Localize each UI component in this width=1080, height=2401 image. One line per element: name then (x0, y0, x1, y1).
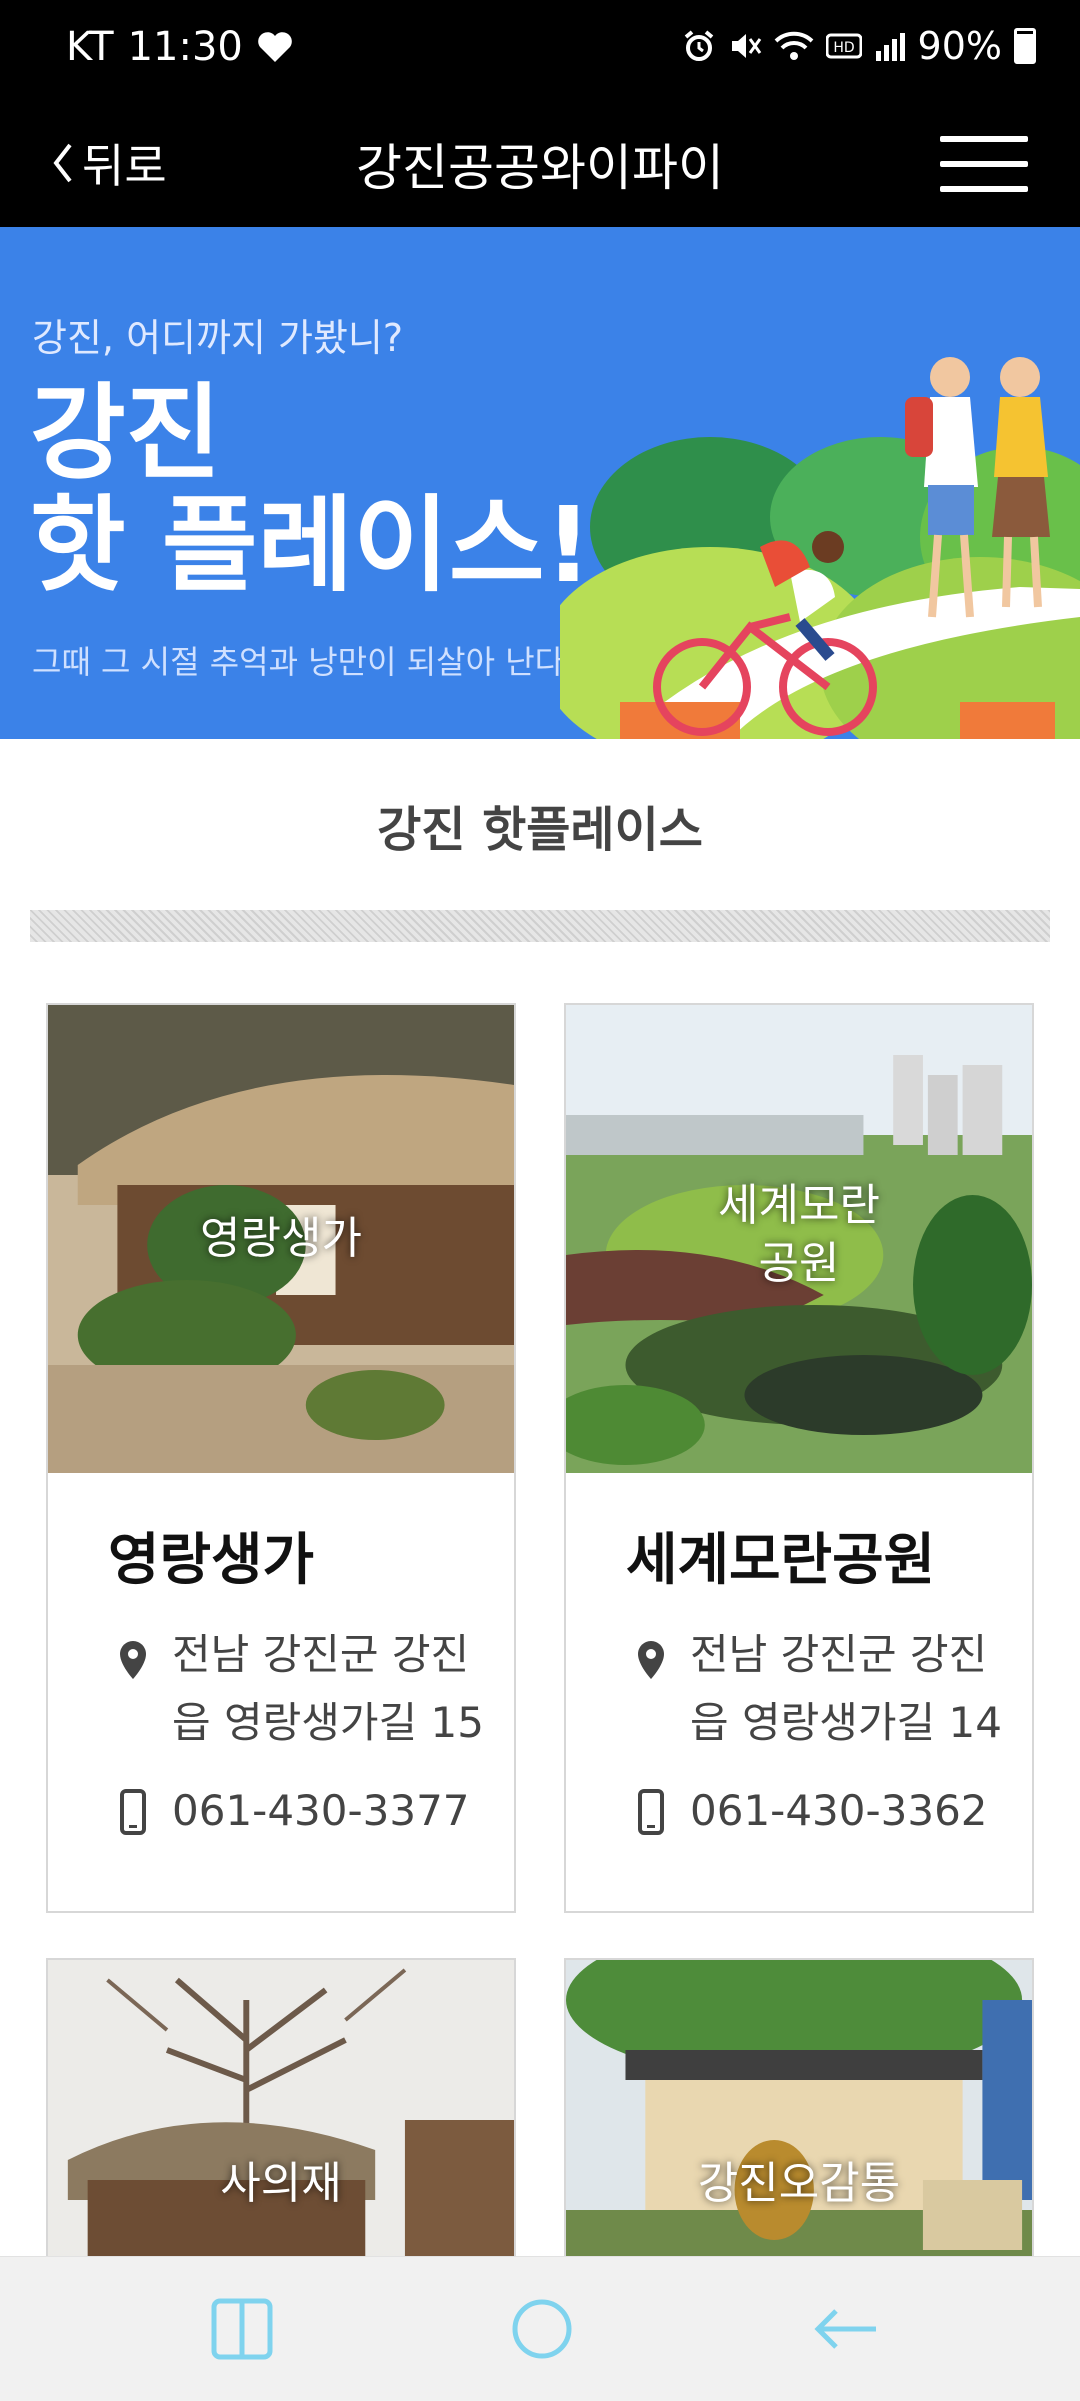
carrier-label: KT (66, 24, 114, 70)
place-card[interactable]: 세계모란 공원 세계모란공원 전남 강진군 강진읍 영랑생가길 14 061-4… (564, 1003, 1034, 1913)
recent-apps-button[interactable] (210, 2297, 274, 2365)
banner-headline-line2: 핫 플레이스! (30, 484, 593, 606)
place-address: 전남 강진군 강진읍 영랑생가길 15 (172, 1630, 484, 1747)
place-name: 세계모란공원 (626, 1528, 936, 1593)
hd-icon: HD (825, 32, 862, 60)
banner-subtitle: 강진, 어디까지 가봤니? (32, 316, 404, 360)
photo-label: 사의재 (220, 2158, 342, 2209)
status-bar: KT 11:30 HD 90% (0, 0, 1080, 100)
hero-banner[interactable]: 강진, 어디까지 가봤니? 강진 핫 플레이스! 그때 그 시절 추억과 낭만이… (0, 227, 1080, 739)
menu-button[interactable] (940, 128, 1028, 200)
place-phone[interactable]: 061-430-3377 (172, 1786, 470, 1835)
menu-icon-bar (940, 136, 1028, 142)
photo-label: 세계모란 공원 (566, 1177, 1032, 1293)
menu-icon-bar (940, 161, 1028, 167)
place-photo: 사의재 (48, 1960, 514, 2296)
heart-icon (257, 31, 293, 63)
mute-icon (728, 29, 762, 63)
home-icon (512, 2299, 572, 2359)
place-name: 영랑생가 (108, 1528, 315, 1593)
banner-headline-line1: 강진 (30, 372, 222, 494)
place-photo: 영랑생가 (48, 1005, 514, 1473)
alarm-icon (682, 29, 716, 63)
section-divider (30, 910, 1050, 942)
mobile-phone-icon (108, 1785, 158, 1835)
place-address: 전남 강진군 강진읍 영랑생가길 14 (690, 1630, 1002, 1747)
page-title: 강진공공와이파이 (356, 139, 724, 197)
recent-apps-icon (211, 2298, 273, 2360)
place-phone[interactable]: 061-430-3362 (690, 1786, 988, 1835)
signal-icon (874, 31, 906, 61)
top-navigation: 뒤로 강진공공와이파이 (0, 100, 1080, 227)
banner-headline: 강진 핫 플레이스! (30, 377, 592, 601)
banner-illustration (560, 357, 1080, 739)
address-row: 전남 강진군 강진읍 영랑생가길 14 (626, 1630, 1006, 1757)
wifi-icon (774, 29, 814, 63)
svg-text:HD: HD (833, 40, 854, 56)
battery-icon (1014, 28, 1036, 64)
system-navigation-bar (0, 2256, 1080, 2401)
location-pin-icon (108, 1635, 158, 1757)
photo-label-line2: 공원 (758, 1238, 840, 1289)
phone-row[interactable]: 061-430-3362 (626, 1785, 988, 1835)
place-card[interactable]: 강진오감통 (564, 1958, 1034, 2298)
battery-percent: 90% (917, 24, 1002, 68)
photo-label: 영랑생가 (200, 1213, 362, 1264)
home-button[interactable] (510, 2297, 574, 2365)
place-photo: 강진오감통 (566, 1960, 1032, 2296)
photo-label: 강진오감통 (697, 2158, 901, 2209)
place-card[interactable]: 사의재 (46, 1958, 516, 2298)
photo-label-line1: 세계모란 (718, 1180, 880, 1231)
menu-icon-bar (940, 186, 1028, 192)
address-row: 전남 강진군 강진읍 영랑생가길 15 (108, 1630, 488, 1757)
place-card[interactable]: 영랑생가 영랑생가 전남 강진군 강진읍 영랑생가길 15 061-430-33… (46, 1003, 516, 1913)
location-pin-icon (626, 1635, 676, 1757)
banner-description: 그때 그 시절 추억과 낭만이 되살아 난다. (32, 643, 575, 681)
back-nav-button[interactable] (810, 2297, 880, 2365)
place-photo: 세계모란 공원 (566, 1005, 1032, 1473)
mobile-phone-icon (626, 1785, 676, 1835)
section-title: 강진 핫플레이스 (377, 802, 703, 858)
back-arrow-icon (814, 2309, 876, 2349)
phone-row[interactable]: 061-430-3377 (108, 1785, 470, 1835)
clock: 11:30 (127, 24, 243, 70)
